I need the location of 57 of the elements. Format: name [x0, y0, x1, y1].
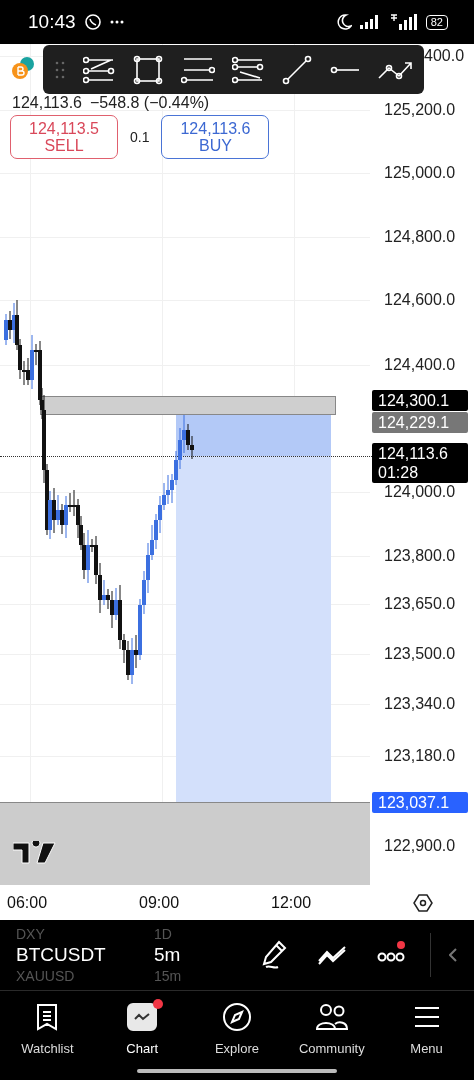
price-label: 123,650.0 [384, 594, 456, 614]
parallel-lines-icon[interactable] [180, 55, 215, 84]
tradingview-logo-icon [13, 841, 57, 865]
time-label: 06:00 [7, 894, 48, 912]
price-label: 124,000.0 [384, 482, 456, 502]
price-label: 123,800.0 [384, 546, 456, 566]
compass-icon [222, 1002, 252, 1032]
buy-button[interactable]: 124,113.6 BUY [161, 115, 270, 159]
clock: 10:43 [28, 11, 76, 33]
countdown: 01:28 [378, 463, 420, 482]
nav-tab[interactable]: Menu [379, 991, 474, 1063]
rectangle-icon[interactable] [132, 54, 163, 85]
last-price: 124,113.6 [12, 94, 82, 112]
price-label: 123,180.0 [384, 746, 456, 766]
moon-icon [335, 14, 352, 30]
nav-tab[interactable]: Community [284, 991, 380, 1063]
people-icon [314, 1003, 349, 1031]
price-tag-value: 124,229.1 [378, 413, 451, 432]
interval[interactable]: 5m [154, 942, 181, 968]
price-tag-value: 124,113.6 [378, 444, 449, 463]
price-label: 123,340.0 [384, 694, 456, 714]
price-label: 400.0 [424, 46, 465, 66]
price-tag-value: 124,300.1 [378, 391, 451, 410]
more-icon [109, 20, 124, 24]
signal-icon [389, 14, 418, 30]
pencil-icon[interactable] [261, 940, 289, 970]
fib-channel-icon[interactable] [232, 55, 265, 84]
nav-tab[interactable]: Chart [94, 991, 190, 1063]
price-label: 125,200.0 [384, 100, 456, 120]
menu-icon [412, 1006, 441, 1028]
bookmark-list-icon [35, 1003, 60, 1031]
chart-icon [127, 1003, 158, 1031]
price-label: 122,900.0 [384, 836, 456, 856]
nav-tab[interactable]: Explore [189, 991, 285, 1063]
bitcoin-icon [10, 56, 36, 80]
nav-tab[interactable]: Watchlist [0, 991, 95, 1063]
time-label: 09:00 [139, 894, 180, 912]
price-change: −548.8 (−0.44%) [90, 94, 210, 112]
quantity: 0.1 [130, 129, 150, 145]
chat-icon [83, 13, 102, 31]
fib-retracement-icon[interactable] [82, 55, 115, 84]
price-tag-value: 123,037.1 [378, 793, 451, 812]
symbol-name[interactable]: BTCUSDT [16, 942, 154, 968]
path-icon[interactable] [377, 59, 414, 80]
settings-icon[interactable] [413, 893, 433, 913]
price-label: 124,800.0 [384, 227, 456, 247]
battery-level: 82 [425, 14, 448, 30]
time-label: 12:00 [271, 894, 312, 912]
price-label: 123,500.0 [384, 644, 456, 664]
price-label: 125,000.0 [384, 163, 456, 183]
trend-line-icon[interactable] [282, 54, 313, 85]
chevron-left-icon[interactable] [449, 948, 457, 962]
sell-button[interactable]: 124,113.5 SELL [10, 115, 118, 159]
price-label: 124,600.0 [384, 290, 456, 310]
drag-handle-icon[interactable] [55, 59, 65, 80]
ray-icon[interactable] [330, 64, 361, 75]
price-label: 124,400.0 [384, 355, 456, 375]
